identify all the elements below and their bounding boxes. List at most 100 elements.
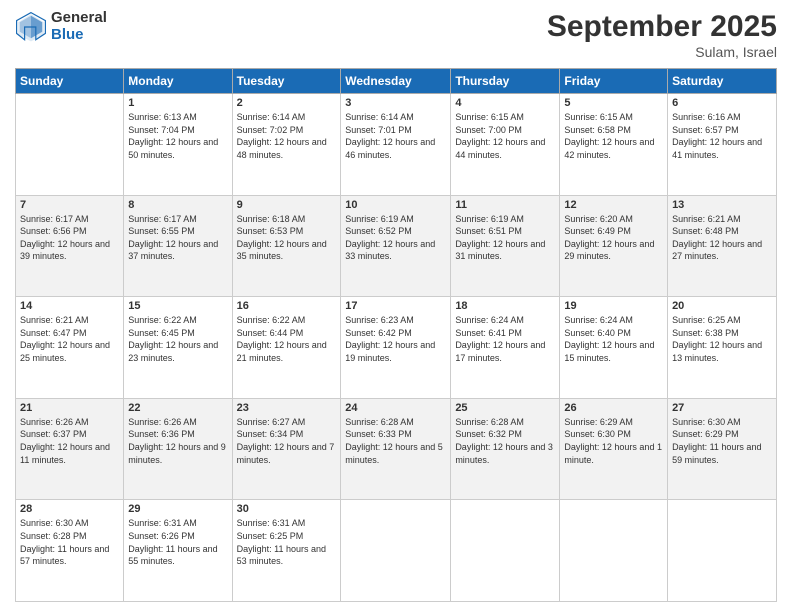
day-number: 4 [455,97,555,109]
day-cell: 9 Sunrise: 6:18 AMSunset: 6:53 PMDaylight… [232,195,341,297]
day-info: Sunrise: 6:25 AMSunset: 6:38 PMDaylight:… [672,314,772,364]
day-cell: 27 Sunrise: 6:30 AMSunset: 6:29 PMDayligh… [668,398,777,500]
day-info: Sunrise: 6:31 AMSunset: 6:26 PMDaylight:… [128,517,227,567]
page: General Blue September 2025 Sulam, Israe… [0,0,792,612]
day-number: 7 [20,199,119,211]
day-info: Sunrise: 6:30 AMSunset: 6:29 PMDaylight:… [672,416,772,466]
day-cell: 23 Sunrise: 6:27 AMSunset: 6:34 PMDayligh… [232,398,341,500]
day-cell: 26 Sunrise: 6:29 AMSunset: 6:30 PMDayligh… [560,398,668,500]
day-info: Sunrise: 6:21 AMSunset: 6:47 PMDaylight:… [20,314,119,364]
logo-text: General Blue [51,10,107,43]
day-number: 12 [564,199,663,211]
day-header-sunday: Sunday [16,69,124,94]
day-number: 21 [20,402,119,414]
day-info: Sunrise: 6:20 AMSunset: 6:49 PMDaylight:… [564,213,663,263]
day-info: Sunrise: 6:19 AMSunset: 6:52 PMDaylight:… [345,213,446,263]
day-number: 18 [455,300,555,312]
day-info: Sunrise: 6:16 AMSunset: 6:57 PMDaylight:… [672,111,772,161]
day-number: 13 [672,199,772,211]
day-cell: 19 Sunrise: 6:24 AMSunset: 6:40 PMDayligh… [560,297,668,399]
day-cell: 16 Sunrise: 6:22 AMSunset: 6:44 PMDayligh… [232,297,341,399]
day-info: Sunrise: 6:15 AMSunset: 7:00 PMDaylight:… [455,111,555,161]
day-number: 14 [20,300,119,312]
day-cell: 24Sunrise: 6:28 AMSunset: 6:33 PMDayligh… [341,398,451,500]
week-row-1: 7 Sunrise: 6:17 AMSunset: 6:56 PMDaylight… [16,195,777,297]
day-info: Sunrise: 6:24 AMSunset: 6:40 PMDaylight:… [564,314,663,364]
day-cell: 15Sunrise: 6:22 AMSunset: 6:45 PMDayligh… [124,297,232,399]
logo: General Blue [15,10,107,43]
day-number: 6 [672,97,772,109]
day-number: 22 [128,402,227,414]
day-number: 8 [128,199,227,211]
logo-icon [15,11,47,43]
logo-general-text: General [51,10,107,27]
day-info: Sunrise: 6:14 AMSunset: 7:02 PMDaylight:… [237,111,337,161]
day-number: 9 [237,199,337,211]
day-number: 5 [564,97,663,109]
calendar-table: SundayMondayTuesdayWednesdayThursdayFrid… [15,68,777,602]
week-row-2: 14 Sunrise: 6:21 AMSunset: 6:47 PMDayligh… [16,297,777,399]
day-cell: 22 Sunrise: 6:26 AMSunset: 6:36 PMDayligh… [124,398,232,500]
header-row: SundayMondayTuesdayWednesdayThursdayFrid… [16,69,777,94]
day-info: Sunrise: 6:21 AMSunset: 6:48 PMDaylight:… [672,213,772,263]
day-info: Sunrise: 6:29 AMSunset: 6:30 PMDaylight:… [564,416,663,466]
day-cell: 11Sunrise: 6:19 AMSunset: 6:51 PMDayligh… [451,195,560,297]
day-cell [668,500,777,602]
day-number: 3 [345,97,446,109]
day-cell [451,500,560,602]
day-cell: 6 Sunrise: 6:16 AMSunset: 6:57 PMDaylight… [668,94,777,196]
day-number: 11 [455,199,555,211]
day-number: 30 [237,503,337,515]
day-info: Sunrise: 6:18 AMSunset: 6:53 PMDaylight:… [237,213,337,263]
day-cell: 25Sunrise: 6:28 AMSunset: 6:32 PMDayligh… [451,398,560,500]
day-cell: 1 Sunrise: 6:13 AMSunset: 7:04 PMDaylight… [124,94,232,196]
day-info: Sunrise: 6:13 AMSunset: 7:04 PMDaylight:… [128,111,227,161]
day-cell: 8Sunrise: 6:17 AMSunset: 6:55 PMDaylight… [124,195,232,297]
day-number: 16 [237,300,337,312]
day-number: 23 [237,402,337,414]
day-info: Sunrise: 6:27 AMSunset: 6:34 PMDaylight:… [237,416,337,466]
day-cell: 3Sunrise: 6:14 AMSunset: 7:01 PMDaylight… [341,94,451,196]
day-cell: 17 Sunrise: 6:23 AMSunset: 6:42 PMDayligh… [341,297,451,399]
day-info: Sunrise: 6:30 AMSunset: 6:28 PMDaylight:… [20,517,119,567]
day-header-wednesday: Wednesday [341,69,451,94]
day-number: 10 [345,199,446,211]
day-cell: 28 Sunrise: 6:30 AMSunset: 6:28 PMDayligh… [16,500,124,602]
day-number: 1 [128,97,227,109]
day-number: 2 [237,97,337,109]
day-cell: 2 Sunrise: 6:14 AMSunset: 7:02 PMDaylight… [232,94,341,196]
title-area: September 2025 Sulam, Israel [547,10,777,60]
day-cell: 7 Sunrise: 6:17 AMSunset: 6:56 PMDaylight… [16,195,124,297]
day-info: Sunrise: 6:24 AMSunset: 6:41 PMDaylight:… [455,314,555,364]
day-info: Sunrise: 6:23 AMSunset: 6:42 PMDaylight:… [345,314,446,364]
day-cell [16,94,124,196]
day-number: 28 [20,503,119,515]
day-cell: 20 Sunrise: 6:25 AMSunset: 6:38 PMDayligh… [668,297,777,399]
day-info: Sunrise: 6:15 AMSunset: 6:58 PMDaylight:… [564,111,663,161]
day-cell: 18 Sunrise: 6:24 AMSunset: 6:41 PMDayligh… [451,297,560,399]
day-number: 29 [128,503,227,515]
day-cell: 4 Sunrise: 6:15 AMSunset: 7:00 PMDaylight… [451,94,560,196]
day-number: 19 [564,300,663,312]
day-number: 27 [672,402,772,414]
day-cell: 29 Sunrise: 6:31 AMSunset: 6:26 PMDayligh… [124,500,232,602]
day-info: Sunrise: 6:28 AMSunset: 6:32 PMDaylight:… [455,416,555,466]
day-info: Sunrise: 6:26 AMSunset: 6:36 PMDaylight:… [128,416,227,466]
week-row-0: 1 Sunrise: 6:13 AMSunset: 7:04 PMDaylight… [16,94,777,196]
day-cell: 21Sunrise: 6:26 AMSunset: 6:37 PMDayligh… [16,398,124,500]
day-header-saturday: Saturday [668,69,777,94]
day-cell: 10 Sunrise: 6:19 AMSunset: 6:52 PMDayligh… [341,195,451,297]
day-cell [341,500,451,602]
day-info: Sunrise: 6:22 AMSunset: 6:44 PMDaylight:… [237,314,337,364]
week-row-4: 28 Sunrise: 6:30 AMSunset: 6:28 PMDayligh… [16,500,777,602]
day-number: 17 [345,300,446,312]
day-info: Sunrise: 6:17 AMSunset: 6:56 PMDaylight:… [20,213,119,263]
day-number: 15 [128,300,227,312]
logo-blue-text: Blue [51,27,107,44]
day-cell: 5 Sunrise: 6:15 AMSunset: 6:58 PMDaylight… [560,94,668,196]
day-number: 26 [564,402,663,414]
day-number: 20 [672,300,772,312]
location: Sulam, Israel [547,44,777,60]
week-row-3: 21Sunrise: 6:26 AMSunset: 6:37 PMDayligh… [16,398,777,500]
day-cell: 30Sunrise: 6:31 AMSunset: 6:25 PMDayligh… [232,500,341,602]
